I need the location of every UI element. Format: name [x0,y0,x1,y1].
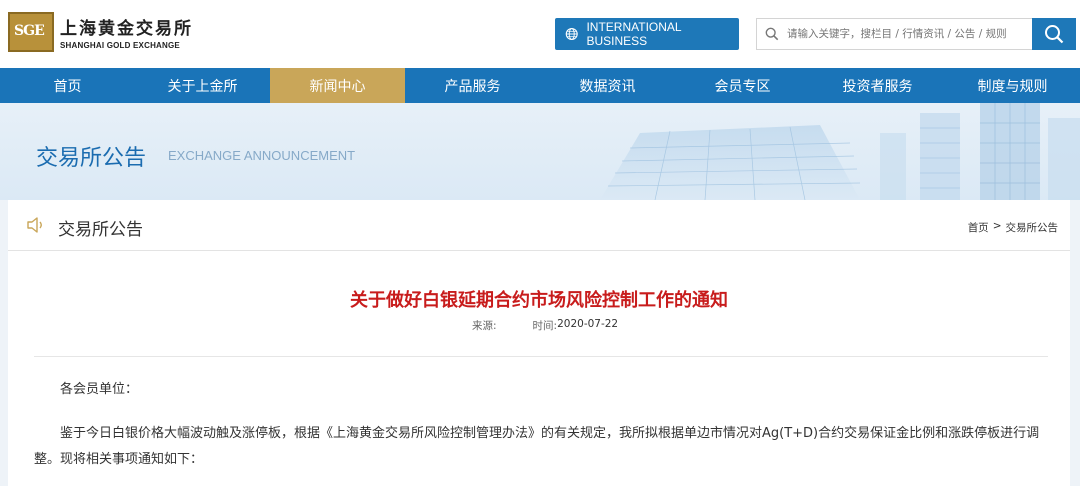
international-business-label: INTERNATIONAL BUSINESS [586,20,682,48]
breadcrumb: 首页 > 交易所公告 [968,220,1058,235]
search-icon [1045,25,1064,44]
speaker-icon [27,217,42,233]
article-salutation: 各会员单位： [60,382,139,397]
page-banner: 交易所公告 EXCHANGE ANNOUNCEMENT [0,103,1080,200]
content-panel: 交易所公告 首页 > 交易所公告 关于做好白银延期合约市场风险控制工作的通知 来… [8,200,1070,486]
time-value: 2020-07-22 [557,318,619,330]
section-title: 交易所公告 [58,220,143,240]
nav-item-news-center[interactable]: 新闻中心 [270,68,405,103]
nav-item-about[interactable]: 关于上金所 [135,68,270,103]
nav-item-data[interactable]: 数据资讯 [540,68,675,103]
breadcrumb-current[interactable]: 交易所公告 [1006,220,1059,235]
search-icon [765,27,779,41]
logo-chinese-name: 上海黄金交易所 [60,19,193,39]
search-box [756,18,1032,50]
breadcrumb-separator: > [992,220,1002,232]
article-title: 关于做好白银延期合约市场风险控制工作的通知 [350,290,728,311]
globe-icon [565,27,578,41]
breadcrumb-home-link[interactable]: 首页 [968,220,989,235]
search-input[interactable] [787,28,1027,40]
nav-item-products[interactable]: 产品服务 [405,68,540,103]
building-illustration [600,103,1080,200]
sge-logo-mark: SGE [8,12,54,52]
logo-english-name: SHANGHAI GOLD EXCHANGE [60,41,180,50]
site-header: SGE 上海黄金交易所 SHANGHAI GOLD EXCHANGE INTER… [0,0,1080,68]
nav-item-rules[interactable]: 制度与规则 [945,68,1080,103]
nav-item-investors[interactable]: 投资者服务 [810,68,945,103]
time-label: 时间: [532,320,558,332]
nav-item-members[interactable]: 会员专区 [675,68,810,103]
source-label: 来源: [472,320,497,332]
article-meta: 来源: 时间: 2020-07-22 [472,318,618,333]
banner-title: 交易所公告 [36,146,147,171]
logo-mark-text: SGE [14,23,45,39]
section-header: 交易所公告 首页 > 交易所公告 [8,200,1070,251]
search-button[interactable] [1032,18,1076,50]
site-logo[interactable]: SGE 上海黄金交易所 SHANGHAI GOLD EXCHANGE [8,12,193,52]
international-business-button[interactable]: INTERNATIONAL BUSINESS [555,18,739,50]
banner-subtitle: EXCHANGE ANNOUNCEMENT [168,148,356,163]
main-nav: 首页 关于上金所 新闻中心 产品服务 数据资讯 会员专区 投资者服务 制度与规则 [0,68,1080,103]
article-paragraph: 鉴于今日白银价格大幅波动触及涨停板，根据《上海黄金交易所风险控制管理办法》的有关… [34,426,1040,467]
divider [34,356,1048,357]
nav-item-home[interactable]: 首页 [0,68,135,103]
